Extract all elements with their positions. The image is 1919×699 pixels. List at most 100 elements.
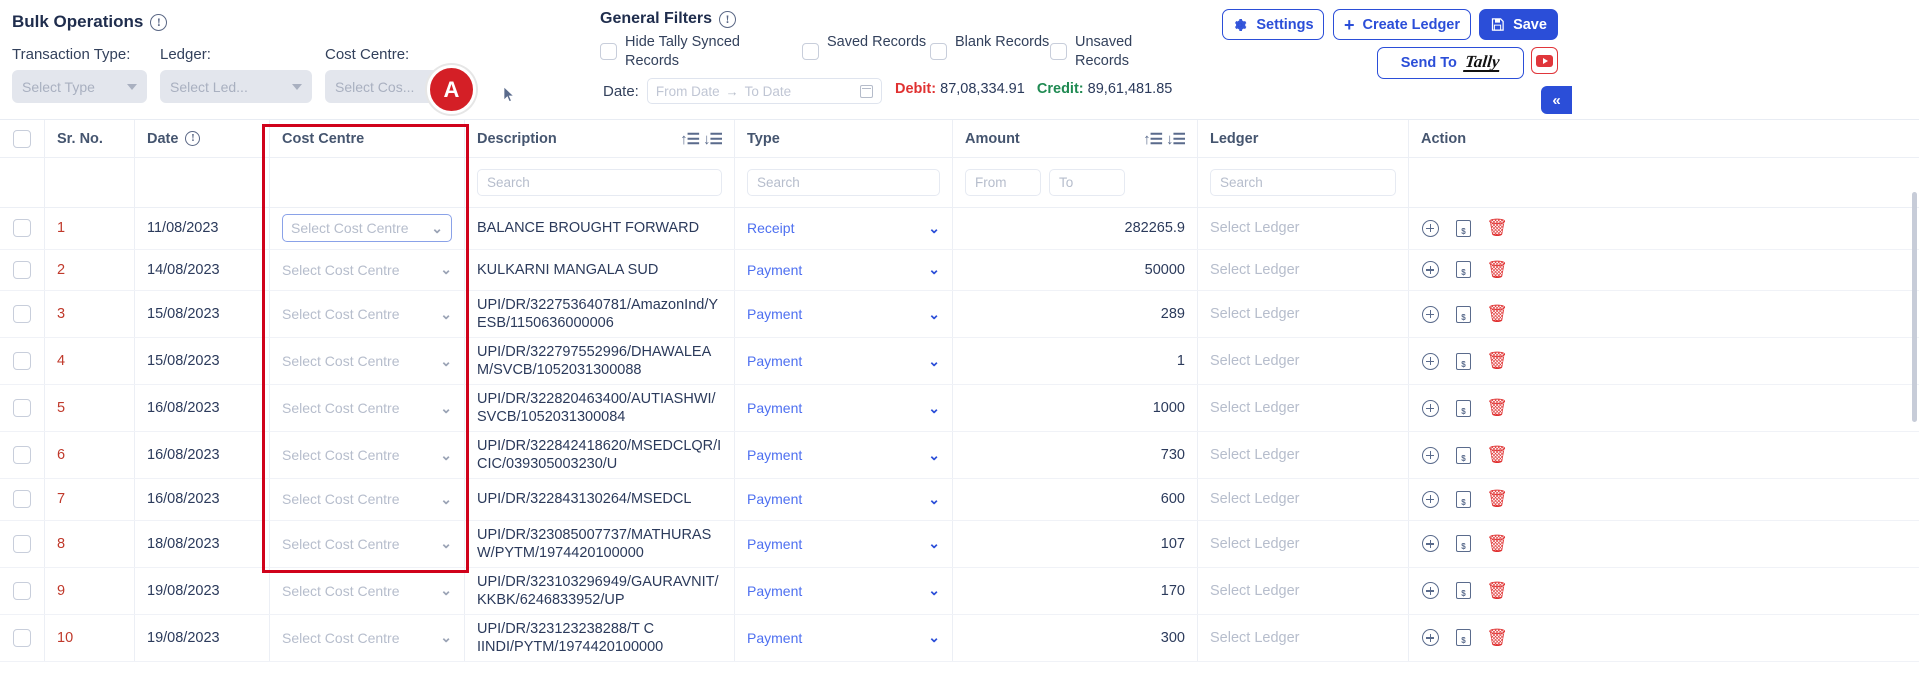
split-sheet-icon[interactable]: $ xyxy=(1456,490,1471,508)
avatar[interactable]: A xyxy=(427,65,476,114)
row-select-cell[interactable] xyxy=(0,479,45,520)
cell-amount[interactable]: 107 xyxy=(953,520,1198,567)
cost-centre-dropdown[interactable]: Select Cost Centre ⌄ xyxy=(282,300,452,328)
cell-ledger[interactable]: Select Ledger xyxy=(1198,385,1409,431)
split-sheet-icon[interactable]: $ xyxy=(1456,629,1471,646)
row-select-cell[interactable] xyxy=(0,520,45,567)
delete-icon[interactable]: 🗑 xyxy=(1486,218,1508,237)
sr-no-value[interactable]: 10 xyxy=(57,630,73,646)
cost-centre-dropdown[interactable]: Select Cost Centre ⌄ xyxy=(282,214,452,243)
add-circle-icon[interactable] xyxy=(1421,261,1439,279)
cell-amount[interactable]: 50000 xyxy=(953,249,1198,290)
sr-no-value[interactable]: 4 xyxy=(57,353,65,369)
row-select-cell[interactable] xyxy=(0,249,45,290)
split-sheet-icon[interactable]: $ xyxy=(1456,582,1471,599)
type-dropdown[interactable]: Payment ⌄ xyxy=(747,394,940,422)
cost-centre-dropdown[interactable]: Select Cost Centre ⌄ xyxy=(282,624,452,652)
row-checkbox[interactable] xyxy=(13,399,31,417)
sr-no-value[interactable]: 2 xyxy=(57,262,65,278)
row-select-cell[interactable] xyxy=(0,567,45,614)
cell-ledger[interactable]: Select Ledger xyxy=(1198,614,1409,661)
delete-icon[interactable]: 🗑 xyxy=(1486,351,1508,370)
row-checkbox[interactable] xyxy=(13,534,31,553)
cost-centre-dropdown[interactable]: Select Cost Centre ⌄ xyxy=(282,256,452,284)
add-circle-icon[interactable] xyxy=(1421,446,1439,464)
cell-ledger[interactable]: Select Ledger xyxy=(1198,520,1409,567)
cell-amount[interactable]: 289 xyxy=(953,291,1198,337)
cost-centre-dropdown[interactable]: Select Cost Centre ⌄ xyxy=(282,394,452,422)
cell-ledger[interactable]: Select Ledger xyxy=(1198,249,1409,290)
cost-centre-dropdown[interactable]: Select Cost Centre ⌄ xyxy=(282,485,452,513)
checkbox[interactable] xyxy=(1050,43,1067,60)
delete-icon[interactable]: 🗑 xyxy=(1486,304,1508,323)
amount-sort-controls[interactable]: ↑☰ ↓☰ xyxy=(1143,130,1186,148)
delete-icon[interactable]: 🗑 xyxy=(1486,489,1508,508)
add-circle-icon[interactable] xyxy=(1421,399,1439,417)
checkbox[interactable] xyxy=(802,43,819,60)
split-sheet-icon[interactable]: $ xyxy=(1456,446,1471,464)
split-sheet-icon[interactable]: $ xyxy=(1456,535,1471,552)
sr-no-value[interactable]: 7 xyxy=(57,491,65,507)
cell-amount[interactable]: 600 xyxy=(953,479,1198,520)
split-sheet-icon[interactable]: $ xyxy=(1456,261,1471,279)
vertical-scrollbar[interactable] xyxy=(1912,120,1919,699)
row-checkbox[interactable] xyxy=(13,305,31,323)
amount-from-input[interactable]: From xyxy=(965,169,1041,196)
send-to-tally-button[interactable]: Send To Tally xyxy=(1377,47,1524,79)
checkbox[interactable] xyxy=(930,43,947,60)
sr-no-value[interactable]: 3 xyxy=(57,306,65,322)
type-dropdown[interactable]: Payment ⌄ xyxy=(747,347,940,375)
row-checkbox[interactable] xyxy=(13,219,31,238)
info-icon[interactable]: ! xyxy=(150,13,168,31)
type-dropdown[interactable]: Receipt ⌄ xyxy=(747,214,940,242)
row-select-cell[interactable] xyxy=(0,385,45,431)
cell-amount[interactable]: 170 xyxy=(953,567,1198,614)
cell-amount[interactable]: 300 xyxy=(953,614,1198,661)
filter-hide-tally-synced[interactable]: Hide Tally Synced Records xyxy=(600,33,802,71)
type-dropdown[interactable]: Payment ⌄ xyxy=(747,441,940,469)
add-circle-icon[interactable] xyxy=(1421,219,1439,237)
type-dropdown[interactable]: Payment ⌄ xyxy=(747,300,940,328)
sr-no-value[interactable]: 5 xyxy=(57,400,65,416)
delete-icon[interactable]: 🗑 xyxy=(1486,628,1508,647)
delete-icon[interactable]: 🗑 xyxy=(1486,445,1508,464)
type-search-input[interactable]: Search xyxy=(747,169,940,196)
split-sheet-icon[interactable]: $ xyxy=(1456,352,1471,370)
cell-amount[interactable]: 282265.9 xyxy=(953,208,1198,249)
cell-amount[interactable]: 730 xyxy=(953,432,1198,478)
select-all-checkbox[interactable] xyxy=(13,129,31,148)
type-dropdown[interactable]: Payment ⌄ xyxy=(747,485,940,513)
type-dropdown[interactable]: Payment ⌄ xyxy=(747,624,940,652)
sort-descending-icon[interactable]: ↓☰ xyxy=(1166,130,1186,148)
description-sort-controls[interactable]: ↑☰ ↓☰ xyxy=(680,130,723,148)
row-select-cell[interactable] xyxy=(0,614,45,661)
add-circle-icon[interactable] xyxy=(1421,305,1439,323)
youtube-help-button[interactable] xyxy=(1531,47,1558,74)
row-checkbox[interactable] xyxy=(13,490,31,509)
amount-to-input[interactable]: To xyxy=(1049,169,1125,196)
cell-ledger[interactable]: Select Ledger xyxy=(1198,567,1409,614)
info-icon[interactable]: ! xyxy=(719,10,737,28)
type-dropdown[interactable]: Payment ⌄ xyxy=(747,256,940,284)
settings-button[interactable]: Settings xyxy=(1222,9,1324,40)
cell-ledger[interactable]: Select Ledger xyxy=(1198,338,1409,384)
cost-centre-dropdown[interactable]: Select Cost Centre ⌄ xyxy=(282,577,452,605)
cell-amount[interactable]: 1000 xyxy=(953,385,1198,431)
info-icon[interactable]: ! xyxy=(185,131,201,146)
type-dropdown[interactable]: Payment ⌄ xyxy=(747,577,940,605)
sort-ascending-icon[interactable]: ↑☰ xyxy=(680,130,700,148)
cell-ledger[interactable]: Select Ledger xyxy=(1198,208,1409,249)
delete-icon[interactable]: 🗑 xyxy=(1486,581,1508,600)
cost-centre-dropdown[interactable]: Select Cost Centre ⌄ xyxy=(282,530,452,558)
date-range-input[interactable]: From Date → To Date xyxy=(646,78,882,104)
add-circle-icon[interactable] xyxy=(1421,582,1439,600)
collapse-panel-button[interactable]: « xyxy=(1541,86,1572,114)
to-date-input[interactable]: To Date xyxy=(745,84,792,99)
cost-centre-dropdown[interactable]: Select Cost Centre ⌄ xyxy=(282,441,452,469)
add-circle-icon[interactable] xyxy=(1421,490,1439,508)
type-dropdown[interactable]: Payment ⌄ xyxy=(747,530,940,558)
split-sheet-icon[interactable]: $ xyxy=(1456,305,1471,323)
create-ledger-button[interactable]: + Create Ledger xyxy=(1333,9,1471,40)
row-select-cell[interactable] xyxy=(0,432,45,478)
delete-icon[interactable]: 🗑 xyxy=(1486,534,1508,553)
